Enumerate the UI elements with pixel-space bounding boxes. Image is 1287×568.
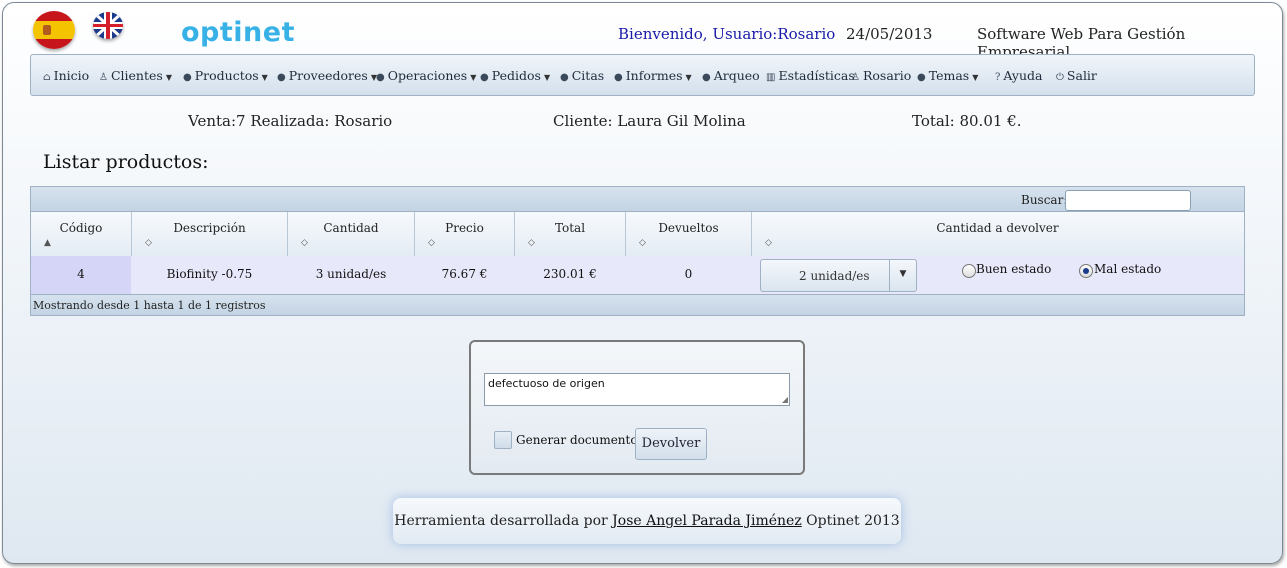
search-input[interactable] <box>1065 190 1191 211</box>
welcome-user-text: Bienvenido, Usuario:Rosario <box>618 25 836 43</box>
sort-both-icon: ◇ <box>765 238 772 248</box>
column-header-cantidad[interactable]: Cantidad ◇ <box>288 212 415 256</box>
nav-item-citas[interactable]: ● Citas <box>560 68 604 83</box>
nav-item-proveedores[interactable]: ● Proveedores ▼ <box>277 68 377 83</box>
sale-total: Total: 80.01 €. <box>912 112 1022 130</box>
user-icon: ♙ <box>851 72 860 83</box>
cell-total: 230.01 € <box>543 267 597 281</box>
current-date: 24/05/2013 <box>846 25 933 43</box>
radio-buen-estado[interactable] <box>962 264 976 278</box>
column-header-codigo[interactable]: Código ▲ <box>31 212 132 256</box>
bullet-icon: ● <box>277 72 286 83</box>
table-row[interactable]: 4 Biofinity -0.75 3 unidad/es 76.67 € 23… <box>30 256 1245 294</box>
chevron-down-icon: ▼ <box>972 73 979 82</box>
nav-item-estadisticas[interactable]: ▥ Estadísticas <box>766 68 855 83</box>
column-header-precio[interactable]: Precio ◇ <box>415 212 515 256</box>
cell-precio: 76.67 € <box>441 267 488 281</box>
cell-codigo: 4 <box>31 256 131 294</box>
home-icon: ⌂ <box>43 72 51 83</box>
optinet-logo[interactable]: optinet <box>181 17 295 48</box>
return-quantity-select[interactable]: 2 unidad/es ▼ <box>760 259 917 292</box>
bullet-icon: ● <box>560 72 569 83</box>
chevron-down-icon: ▼ <box>165 73 172 82</box>
column-header-devueltos[interactable]: Devueltos ◇ <box>626 212 752 256</box>
bullet-icon: ● <box>702 72 711 83</box>
cell-devueltos: 0 <box>684 267 693 281</box>
sort-both-icon: ◇ <box>145 238 152 248</box>
nav-item-arqueo[interactable]: ● Arqueo <box>702 68 760 83</box>
spanish-flag-icon[interactable] <box>33 11 75 49</box>
generate-document-label: Generar documento <box>516 433 638 447</box>
nav-item-clientes[interactable]: ♙ Clientes ▼ <box>99 68 172 83</box>
radio-label-mal-estado: Mal estado <box>1094 262 1162 276</box>
bullet-icon: ● <box>480 72 489 83</box>
return-button[interactable]: Devolver <box>635 428 707 460</box>
sort-both-icon: ◇ <box>528 238 535 248</box>
table-info: Mostrando desde 1 hasta 1 de 1 registros <box>30 294 1245 316</box>
bullet-icon: ● <box>917 72 926 83</box>
app-window: optinet Bienvenido, Usuario:Rosario 24/0… <box>2 2 1283 564</box>
chevron-down-icon: ▼ <box>543 73 551 82</box>
sort-asc-icon: ▲ <box>44 238 51 248</box>
page-title: Listar productos: <box>43 151 209 173</box>
nav-item-temas[interactable]: ● Temas ▼ <box>917 68 978 83</box>
nav-item-salir[interactable]: ⏻ Salir <box>1056 68 1097 83</box>
author-link[interactable]: Jose Angel Parada Jiménez <box>612 513 802 529</box>
sort-both-icon: ◇ <box>301 238 308 248</box>
return-reason-textarea[interactable]: defectuoso de origen ◢ <box>484 373 790 406</box>
radio-mal-estado[interactable] <box>1079 264 1093 278</box>
column-header-descripcion[interactable]: Descripción ◇ <box>132 212 288 256</box>
sort-both-icon: ◇ <box>428 238 435 248</box>
bullet-icon: ● <box>614 72 623 83</box>
credits-footer: Herramienta desarrollada por Jose Angel … <box>393 498 901 544</box>
nav-item-rosario[interactable]: ♙ Rosario <box>851 68 911 83</box>
cell-descripcion: Biofinity -0.75 <box>166 267 253 281</box>
nav-item-inicio[interactable]: ⌂ Inicio <box>43 68 89 83</box>
nav-item-informes[interactable]: ● Informes ▼ <box>614 68 692 83</box>
column-header-total[interactable]: Total ◇ <box>515 212 626 256</box>
radio-label-buen-estado: Buen estado <box>976 262 1052 276</box>
cell-cantidad: 3 unidad/es <box>315 267 387 281</box>
english-flag-icon[interactable] <box>93 12 123 39</box>
generate-document-checkbox[interactable] <box>494 431 512 449</box>
bullet-icon: ● <box>183 72 192 83</box>
nav-item-productos[interactable]: ● Productos ▼ <box>183 68 268 83</box>
nav-item-ayuda[interactable]: ? Ayuda <box>995 68 1042 83</box>
nav-item-operaciones[interactable]: ● Operaciones ▼ <box>376 68 476 83</box>
nav-item-pedidos[interactable]: ● Pedidos ▼ <box>480 68 550 83</box>
table-header: Código ▲ Descripción ◇ Cantidad ◇ Precio ◇ T… <box>30 211 1245 257</box>
chart-icon: ▥ <box>766 72 776 83</box>
help-icon: ? <box>995 72 1001 83</box>
user-icon: ♙ <box>99 72 108 83</box>
chevron-down-icon: ▼ <box>685 73 692 82</box>
main-nav-bar: ⌂ Inicio ♙ Clientes ▼ ● Productos ▼ ● Proveedo… <box>30 54 1255 96</box>
chevron-down-icon: ▼ <box>470 73 477 82</box>
chevron-down-icon: ▼ <box>261 73 268 82</box>
column-header-cantidad-a-devolver[interactable]: Cantidad a devolver ◇ <box>752 212 1243 256</box>
resize-handle-icon[interactable]: ◢ <box>782 395 788 404</box>
sale-info: Venta:7 Realizada: Rosario <box>188 112 393 130</box>
power-icon: ⏻ <box>1056 72 1064 83</box>
chevron-down-icon: ▼ <box>889 260 916 291</box>
client-info: Cliente: Laura Gil Molina <box>553 112 746 130</box>
sort-both-icon: ◇ <box>639 238 646 248</box>
search-label: Buscar: <box>1021 193 1068 207</box>
bullet-icon: ● <box>376 72 385 83</box>
